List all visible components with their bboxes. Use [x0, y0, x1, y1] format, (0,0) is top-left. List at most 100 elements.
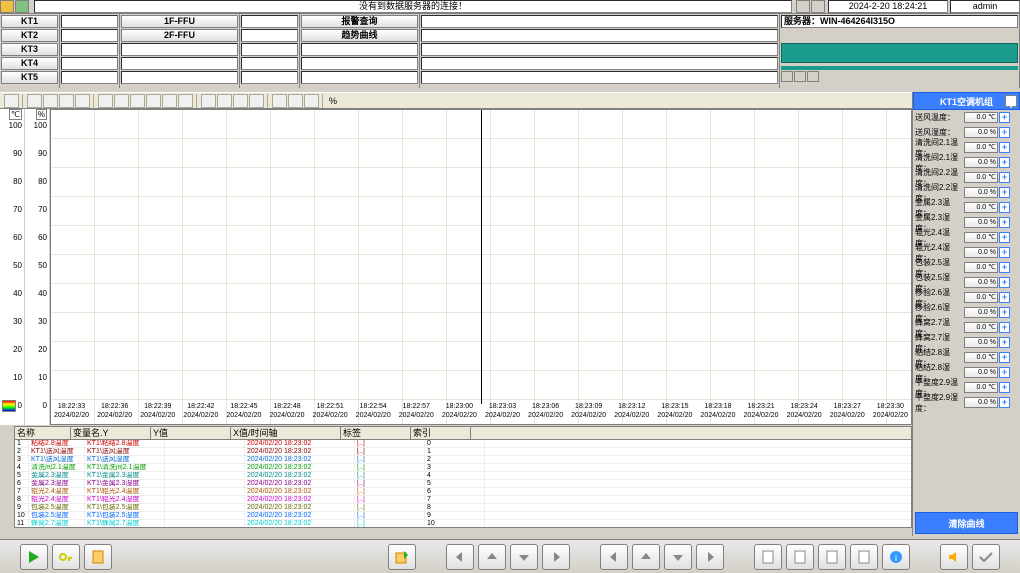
nav-down-button[interactable]: [510, 544, 538, 570]
table-row[interactable]: 9包装2.5温度KT1\包装2.5温度2024/02/20 18:23:02[.…: [15, 504, 911, 512]
gear-icon[interactable]: [249, 94, 264, 108]
zoom-in-icon[interactable]: [114, 94, 129, 108]
x-tick: 18:22:512024/02/20: [309, 402, 352, 422]
add-icon[interactable]: +: [999, 382, 1010, 393]
add-icon[interactable]: +: [999, 247, 1010, 258]
percent-label: %: [327, 94, 339, 108]
legend-icon[interactable]: [2, 400, 16, 412]
chart-cursor[interactable]: [481, 110, 482, 404]
add-icon[interactable]: +: [999, 352, 1010, 363]
print-icon[interactable]: [272, 94, 287, 108]
add-icon[interactable]: +: [999, 127, 1010, 138]
play-button[interactable]: [20, 544, 48, 570]
clock-icon[interactable]: [201, 94, 216, 108]
table-row[interactable]: 4清洗间2.1温度KT1\清洗间2.1温度2024/02/20 18:23:02…: [15, 464, 911, 472]
kt-button-5[interactable]: KT5: [1, 71, 58, 84]
tool-prev-icon[interactable]: [43, 94, 58, 108]
dropdown-icon[interactable]: ▾: [1005, 95, 1017, 107]
table-row[interactable]: 8辊光2.4湿度KT1\辊光2.4湿度2024/02/20 18:23:02[.…: [15, 496, 911, 504]
y-tick: 90: [13, 149, 22, 158]
zoom-out-icon[interactable]: [130, 94, 145, 108]
item-value: 0.0 ℃: [964, 142, 998, 153]
table-row[interactable]: 11蜂窝2.7温度KT1\蜂窝2.7温度2024/02/20 18:23:02[…: [15, 520, 911, 528]
table-row[interactable]: 7辊光2.4温度KT1\辊光2.4温度2024/02/20 18:23:02[.…: [15, 488, 911, 496]
import-button[interactable]: [388, 544, 416, 570]
action-button-1[interactable]: 趋势曲线: [301, 29, 418, 42]
add-icon[interactable]: +: [999, 262, 1010, 273]
table-row[interactable]: 2KT1\送风温度KT1\送风温度2024/02/20 18:23:02[..]…: [15, 448, 911, 456]
table-row[interactable]: 10包装2.5湿度KT1\包装2.5湿度2024/02/20 18:23:02[…: [15, 512, 911, 520]
table-row[interactable]: 5金属2.3温度KT1\金属2.3温度2024/02/20 18:23:02[.…: [15, 472, 911, 480]
panel-title[interactable]: KT1空调机组 ▾: [913, 92, 1020, 110]
cursor-icon[interactable]: [162, 94, 177, 108]
note-button[interactable]: [84, 544, 112, 570]
doc3-button[interactable]: [818, 544, 846, 570]
nav-up2-button[interactable]: [632, 544, 660, 570]
ruler-icon[interactable]: [178, 94, 193, 108]
tool-first-icon[interactable]: [27, 94, 42, 108]
nav-back-button[interactable]: [446, 544, 474, 570]
kt-button-2[interactable]: KT2: [1, 29, 58, 42]
th-yval[interactable]: Y值: [151, 427, 231, 439]
clear-curve-button[interactable]: 清除曲线: [915, 512, 1018, 534]
nav-fwd-button[interactable]: [542, 544, 570, 570]
stop-icon[interactable]: [233, 94, 248, 108]
item-value: 0.0 ℃: [964, 202, 998, 213]
th-name[interactable]: 名称: [15, 427, 71, 439]
add-icon[interactable]: +: [999, 292, 1010, 303]
pan-icon[interactable]: [146, 94, 161, 108]
zoom-fit-icon[interactable]: [98, 94, 113, 108]
add-icon[interactable]: +: [999, 367, 1010, 378]
item-value: 0.0 ℃: [964, 382, 998, 393]
tool-last-icon[interactable]: [75, 94, 90, 108]
add-icon[interactable]: +: [999, 277, 1010, 288]
doc4-button[interactable]: [850, 544, 878, 570]
th-flag[interactable]: 标签: [341, 427, 411, 439]
add-icon[interactable]: +: [999, 157, 1010, 168]
tool-grid-icon[interactable]: [4, 94, 19, 108]
add-icon[interactable]: +: [999, 217, 1010, 228]
nav-fwd2-button[interactable]: [696, 544, 724, 570]
ffu-button-1[interactable]: 1F-FFU: [121, 15, 238, 28]
item-value: 0.0 ℃: [964, 292, 998, 303]
refresh-icon[interactable]: [217, 94, 232, 108]
x-tick: 18:23:212024/02/20: [740, 402, 783, 422]
doc2-button[interactable]: [786, 544, 814, 570]
add-icon[interactable]: +: [999, 187, 1010, 198]
add-icon[interactable]: +: [999, 307, 1010, 318]
kt-button-3[interactable]: KT3: [1, 43, 58, 56]
home-icon[interactable]: [15, 0, 29, 13]
add-icon[interactable]: +: [999, 142, 1010, 153]
add-icon[interactable]: +: [999, 112, 1010, 123]
sound-button[interactable]: [940, 544, 968, 570]
add-icon[interactable]: +: [999, 232, 1010, 243]
doc1-button[interactable]: [754, 544, 782, 570]
info-button[interactable]: i: [882, 544, 910, 570]
action-button-0[interactable]: 报警查询: [301, 15, 418, 28]
nav-up-button[interactable]: [478, 544, 506, 570]
add-icon[interactable]: +: [999, 202, 1010, 213]
add-icon[interactable]: +: [999, 172, 1010, 183]
export-icon[interactable]: [288, 94, 303, 108]
ack-button[interactable]: [972, 544, 1000, 570]
nav-back2-button[interactable]: [600, 544, 628, 570]
key-button[interactable]: [52, 544, 80, 570]
save-icon[interactable]: [304, 94, 319, 108]
th-var[interactable]: 变量名.Y: [71, 427, 151, 439]
add-icon[interactable]: +: [999, 397, 1010, 408]
tool-next-icon[interactable]: [59, 94, 74, 108]
table-row[interactable]: 3KT1\送风湿度KT1\送风湿度2024/02/20 18:23:02[..]…: [15, 456, 911, 464]
kt-button-4[interactable]: KT4: [1, 57, 58, 70]
table-row[interactable]: 6金属2.3湿度KT1\金属2.3湿度2024/02/20 18:23:02[.…: [15, 480, 911, 488]
th-xval[interactable]: X值/时间轴: [231, 427, 341, 439]
nav-down2-button[interactable]: [664, 544, 692, 570]
kt-button-1[interactable]: KT1: [1, 15, 58, 28]
ffu-button-2[interactable]: 2F-FFU: [121, 29, 238, 42]
table-row[interactable]: 1粘结2.8温度KT1\粘结2.8温度2024/02/20 18:23:02[.…: [15, 440, 911, 448]
add-icon[interactable]: +: [999, 322, 1010, 333]
add-icon[interactable]: +: [999, 337, 1010, 348]
chart-canvas[interactable]: [50, 109, 912, 425]
header-panel: KT1KT2KT3KT4KT5 1F-FFU2F-FFU 报警查询趋势曲线 服务…: [0, 14, 1020, 88]
item-value: 0.0 %: [964, 337, 998, 348]
th-idx[interactable]: 索引: [411, 427, 471, 439]
